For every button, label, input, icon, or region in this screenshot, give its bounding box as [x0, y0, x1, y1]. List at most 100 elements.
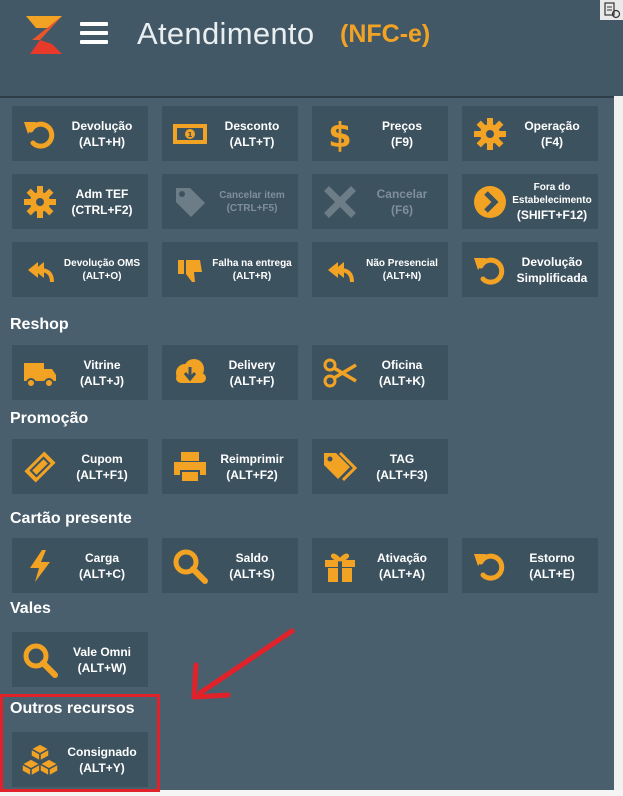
tile-shortcut: (SHIFT+F12) [516, 207, 588, 222]
tile-label: Adm TEF [75, 186, 129, 201]
tile-label: Delivery [228, 357, 276, 372]
tile-shortcut: (CTRL+F5) [226, 202, 278, 214]
undo-icon [474, 257, 505, 285]
window-options-icon[interactable] [600, 0, 623, 20]
tile-shortcut: (ALT+W) [77, 660, 127, 675]
estorno-button[interactable]: Estorno (ALT+E) [462, 538, 598, 593]
tile-shortcut: (ALT+S) [229, 566, 275, 581]
tile-shortcut: (ALT+E) [529, 566, 575, 581]
cupom-button[interactable]: Cupom (ALT+F1) [12, 439, 148, 494]
section-title-outros-recursos: Outros recursos [10, 700, 135, 717]
tile-label: Devolução [71, 118, 133, 133]
vitrine-button[interactable]: Vitrine (ALT+J) [12, 345, 148, 400]
cancelar-button[interactable]: Cancelar (F6) [312, 174, 448, 229]
svg-text:1: 1 [188, 131, 193, 139]
thumbs-down-icon [178, 260, 202, 282]
tile-label: Cupom [81, 451, 123, 466]
search-icon [173, 549, 208, 584]
tile-shortcut: (ALT+A) [378, 566, 426, 581]
hamburger-menu-icon[interactable] [80, 22, 108, 44]
devolucao-oms-button[interactable]: Devolução OMS (ALT+O) [12, 242, 148, 297]
ticket-icon [24, 451, 56, 483]
tile-shortcut: (ALT+C) [78, 566, 126, 581]
svg-text:$: $ [328, 116, 352, 152]
tile-shortcut: (ALT+Y) [79, 760, 125, 775]
tile-label: Desconto [224, 118, 280, 133]
tile-shortcut: (ALT+F) [229, 373, 275, 388]
cloud-download-icon [176, 359, 206, 383]
section-title-cartao-presente: Cartão presente [10, 510, 132, 527]
undo-icon [24, 121, 55, 149]
section-title-promocao: Promoção [10, 410, 89, 427]
tile-label: Reimprimir [220, 451, 284, 466]
nao-presencial-button[interactable]: Não Presencial (ALT+N) [312, 242, 448, 297]
consignado-button[interactable]: Consignado (ALT+Y) [12, 732, 148, 787]
section-title-vales: Vales [10, 600, 51, 617]
tile-shortcut: (ALT+T) [229, 134, 275, 149]
devolucao-simplificada-button[interactable]: Devolução Simplificada [462, 242, 598, 297]
red-arrow-annotation [191, 628, 295, 700]
tags-icon [324, 451, 358, 482]
tile-label: Preços [381, 118, 423, 133]
tile-shortcut: (ALT+H) [78, 134, 126, 149]
scissors-icon [323, 358, 357, 388]
delivery-button[interactable]: Delivery (ALT+F) [162, 345, 298, 400]
tile-shortcut: (ALT+F3) [376, 467, 428, 482]
tile-shortcut: (F4) [541, 134, 563, 149]
falha-na-entrega-button[interactable]: Falha na entrega (ALT+R) [162, 242, 298, 297]
adm-tef-button[interactable]: Adm TEF (CTRL+F2) [12, 174, 148, 229]
tile-shortcut: (F6) [391, 202, 413, 217]
tile-shortcut: (ALT+F1) [76, 467, 128, 482]
search-icon [23, 643, 58, 678]
tile-label: Cancelar [376, 186, 428, 201]
tile-shortcut: (F9) [391, 134, 413, 149]
app-header: Atendimento (NFC-e) [0, 0, 623, 98]
tile-label-2: Simplificada [516, 270, 588, 285]
vale-omni-button[interactable]: Vale Omni (ALT+W) [12, 632, 148, 687]
undo-icon [474, 553, 505, 581]
scrollbar[interactable] [614, 96, 623, 790]
tile-label: Estorno [529, 550, 575, 565]
gift-icon [325, 553, 355, 582]
tile-label: Falha na entrega [212, 257, 292, 269]
tile-label: Consignado [67, 744, 137, 759]
tile-shortcut: (ALT+K) [378, 373, 426, 388]
gear-icon [474, 118, 506, 150]
desconto-button[interactable]: 1 Desconto (ALT+T) [162, 106, 298, 161]
precos-button[interactable]: $ Preços (F9) [312, 106, 448, 161]
tile-label-2: Estabelecimento [512, 194, 592, 206]
dollar-icon: $ [328, 116, 352, 152]
tile-label: Não Presencial [366, 257, 438, 269]
tile-label: Devolução [521, 254, 583, 269]
oficina-button[interactable]: Oficina (ALT+K) [312, 345, 448, 400]
fora-do-estabelecimento-button[interactable]: Fora do Estabelecimento (SHIFT+F12) [462, 174, 598, 229]
reimprimir-button[interactable]: Reimprimir (ALT+F2) [162, 439, 298, 494]
saldo-button[interactable]: Saldo (ALT+S) [162, 538, 298, 593]
page-title: Atendimento [137, 16, 315, 51]
reply-all-icon [328, 262, 354, 283]
operacao-button[interactable]: Operação (F4) [462, 106, 598, 161]
devolucao-button[interactable]: Devolução (ALT+H) [12, 106, 148, 161]
gear-icon [24, 186, 56, 218]
tile-shortcut: (ALT+N) [382, 270, 422, 282]
page-subtitle: (NFC-e) [340, 20, 431, 48]
ativacao-button[interactable]: Ativação (ALT+A) [312, 538, 448, 593]
banknote-icon: 1 [173, 124, 207, 144]
bolt-icon [30, 550, 50, 582]
tile-shortcut: (ALT+O) [82, 270, 122, 282]
carga-button[interactable]: Carga (ALT+C) [12, 538, 148, 593]
truck-icon [24, 363, 56, 388]
app-logo [26, 16, 62, 54]
tile-label: Fora do [533, 181, 571, 193]
tile-label: Vale Omni [72, 644, 132, 659]
x-icon [324, 186, 356, 218]
tile-label: Devolução OMS [63, 257, 141, 269]
tile-label: Cancelar item [219, 189, 285, 201]
section-title-reshop: Reshop [10, 316, 69, 333]
tile-shortcut: (CTRL+F2) [71, 202, 133, 217]
cancelar-item-button[interactable]: Cancelar item (CTRL+F5) [162, 174, 298, 229]
tag-button[interactable]: TAG (ALT+F3) [312, 439, 448, 494]
tile-label: Vitrine [83, 357, 121, 372]
tile-shortcut: (ALT+F2) [226, 467, 278, 482]
tag-icon [176, 188, 205, 217]
